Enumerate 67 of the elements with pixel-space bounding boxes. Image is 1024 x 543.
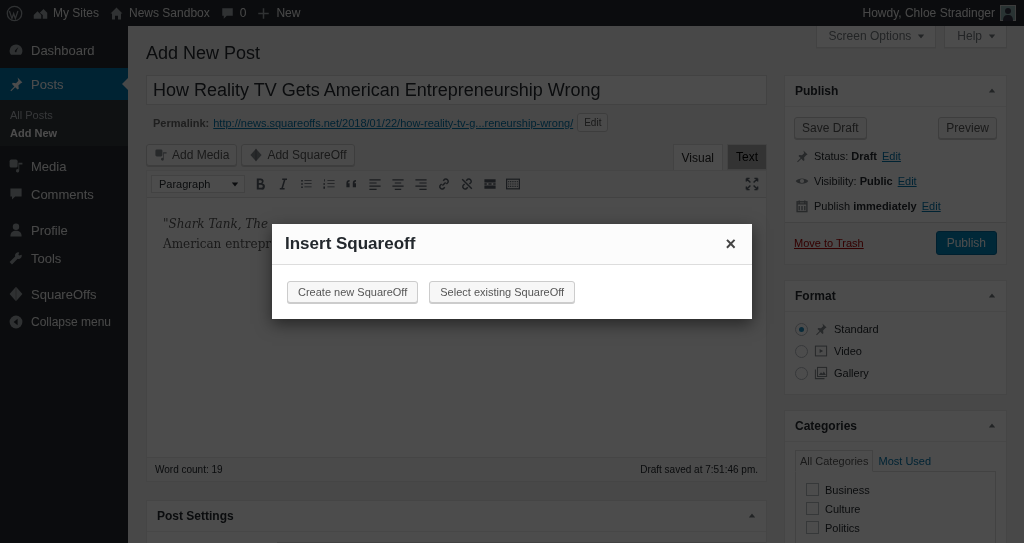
edit-link[interactable]: Edit — [881, 149, 901, 162]
pushpin-icon — [795, 148, 809, 163]
publish-setting: Publish immediately — [814, 199, 917, 212]
category-label: Politics — [825, 521, 860, 534]
move-to-trash-link[interactable]: Move to Trash — [794, 237, 864, 249]
caret-icon — [917, 32, 926, 40]
diamond-icon — [8, 286, 24, 302]
format-dropdown[interactable]: Paragraph — [151, 175, 245, 193]
link-icon[interactable] — [436, 176, 452, 192]
pushpin-icon — [8, 76, 24, 92]
avatar-icon — [1000, 5, 1016, 21]
speech-bubble-icon — [219, 5, 235, 21]
wrench-icon — [8, 250, 24, 266]
diamond-icon — [249, 148, 264, 162]
fullscreen-icon[interactable] — [744, 176, 760, 192]
dialog-button[interactable]: Create new SquareOff — [287, 281, 419, 303]
category-label: Business — [825, 483, 870, 496]
box-title: Format — [795, 289, 836, 303]
format-label: Standard — [834, 323, 879, 335]
dialog-button[interactable]: Select existing SquareOff — [429, 281, 576, 303]
publish-setting: Visibility: Public — [814, 174, 893, 187]
align-left-icon[interactable] — [367, 176, 383, 192]
home-icon — [109, 5, 124, 21]
page-title: Add New Post — [146, 42, 261, 64]
numbered-list-icon[interactable] — [321, 176, 337, 192]
publish-button[interactable]: Publish — [935, 231, 997, 255]
plus-icon — [256, 5, 272, 21]
dialog-title: Insert Squareoff — [285, 234, 416, 254]
collapse-icon — [8, 314, 24, 330]
collapse-arrow-icon[interactable] — [988, 87, 996, 95]
box-title: Publish — [795, 84, 839, 98]
word-count: Word count: 19 — [155, 464, 223, 475]
media-icon — [154, 148, 168, 162]
draft-saved-status: Draft saved at 7:51:46 pm. — [640, 464, 758, 475]
gallery-icon — [814, 366, 828, 380]
caret-icon — [988, 32, 996, 40]
post-title-field[interactable]: How Reality TV Gets American Entrepreneurship Wrong — [146, 75, 767, 105]
person-icon — [8, 222, 24, 238]
category-tab[interactable]: Most Used — [873, 450, 937, 472]
keyboard-icon[interactable] — [505, 176, 521, 192]
align-right-icon[interactable] — [413, 176, 429, 192]
media-icon — [8, 158, 24, 174]
caret-icon — [231, 180, 239, 188]
close-button[interactable]: × — [722, 233, 739, 255]
format-label: Video — [834, 345, 862, 357]
sidebar-item[interactable]: Posts — [0, 68, 128, 100]
logo-icon[interactable] — [6, 4, 23, 22]
collapse-arrow-icon[interactable] — [988, 292, 996, 300]
gauge-icon — [8, 42, 24, 58]
calendar-icon — [795, 198, 809, 213]
category-label: Culture — [825, 502, 861, 515]
collapse-arrow-icon[interactable] — [988, 422, 996, 430]
edit-link[interactable]: Edit — [921, 199, 941, 212]
video-icon — [814, 344, 828, 358]
edit-link[interactable]: Edit — [897, 174, 917, 187]
unlink-icon[interactable] — [459, 176, 475, 192]
box-title: Categories — [795, 419, 858, 433]
permalink-link[interactable]: http://news.squareoffs.net/2018/01/22/how-reality-tv-g...reneurship-wrong/ — [213, 116, 574, 129]
read-more-icon[interactable] — [482, 176, 498, 192]
speech-bubble-icon — [8, 186, 24, 202]
editor-tab[interactable]: Visual — [672, 144, 723, 170]
align-center-icon[interactable] — [390, 176, 406, 192]
format-label: Gallery — [834, 367, 869, 379]
publish-setting: Status: Draft — [814, 149, 877, 162]
collapse-arrow-icon[interactable] — [748, 512, 756, 520]
box-title: Post Settings — [157, 509, 234, 523]
pushpin-icon — [814, 322, 828, 336]
